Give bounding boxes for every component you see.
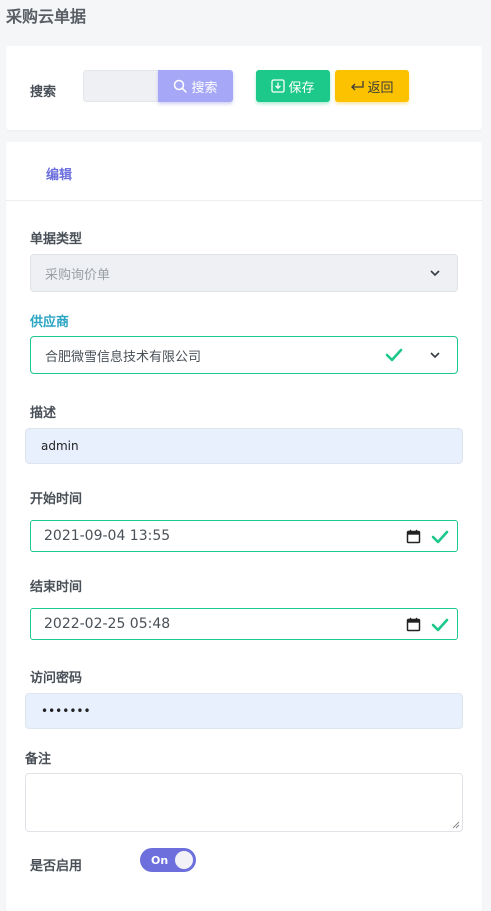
calendar-icon[interactable]: [406, 529, 421, 544]
check-icon: [431, 530, 449, 544]
search-button-label: 搜索: [191, 80, 218, 96]
supplier-select[interactable]: 合肥微雪信息技术有限公司: [30, 336, 458, 374]
search-button[interactable]: 搜索: [158, 70, 233, 102]
enabled-toggle[interactable]: On: [140, 848, 196, 872]
start-time-value: 2021-09-04 13:55: [44, 528, 171, 544]
search-input[interactable]: [83, 70, 159, 102]
description-label: 描述: [30, 406, 57, 421]
edit-form-panel: 编辑 单据类型 采购询价单 供应商 合肥微雪信息技术有限公司 描述 admin …: [6, 142, 482, 911]
calendar-icon[interactable]: [406, 617, 421, 632]
doc-type-select[interactable]: 采购询价单: [30, 254, 458, 292]
start-time-label: 开始时间: [30, 492, 83, 507]
remark-textarea[interactable]: [25, 773, 463, 832]
search-icon: [174, 79, 188, 93]
chevron-down-icon: [430, 352, 440, 359]
page-title: 采购云单据: [6, 7, 87, 26]
access-password-label: 访问密码: [30, 671, 83, 686]
supplier-value: 合肥微雪信息技术有限公司: [45, 349, 202, 365]
save-button[interactable]: 保存: [256, 70, 330, 102]
toggle-text: On: [151, 853, 169, 867]
start-time-input[interactable]: 2021-09-04 13:55: [30, 520, 458, 552]
end-time-label: 结束时间: [30, 580, 83, 595]
description-input[interactable]: admin: [25, 428, 463, 464]
tab-divider: [6, 200, 482, 201]
supplier-label: 供应商: [30, 315, 70, 330]
access-password-input[interactable]: •••••••: [25, 693, 463, 729]
search-panel: 搜索 搜索 保存 返回: [6, 46, 482, 130]
back-button[interactable]: 返回: [335, 70, 409, 102]
end-time-value: 2022-02-25 05:48: [44, 616, 171, 632]
end-time-input[interactable]: 2022-02-25 05:48: [30, 608, 458, 640]
back-button-label: 返回: [367, 80, 394, 96]
return-icon: [351, 81, 365, 91]
save-button-label: 保存: [288, 80, 315, 96]
doc-type-label: 单据类型: [30, 232, 83, 247]
enabled-label: 是否启用: [30, 859, 83, 874]
doc-type-value: 采购询价单: [45, 267, 111, 283]
save-icon: [271, 79, 286, 93]
resize-grip-icon[interactable]: [452, 821, 460, 829]
chevron-down-icon: [430, 270, 440, 277]
toggle-knob: [175, 851, 193, 869]
tab-edit[interactable]: 编辑: [46, 164, 72, 183]
check-icon: [431, 618, 449, 632]
check-icon: [385, 348, 403, 362]
search-label: 搜索: [30, 85, 57, 100]
remark-label: 备注: [25, 752, 52, 767]
